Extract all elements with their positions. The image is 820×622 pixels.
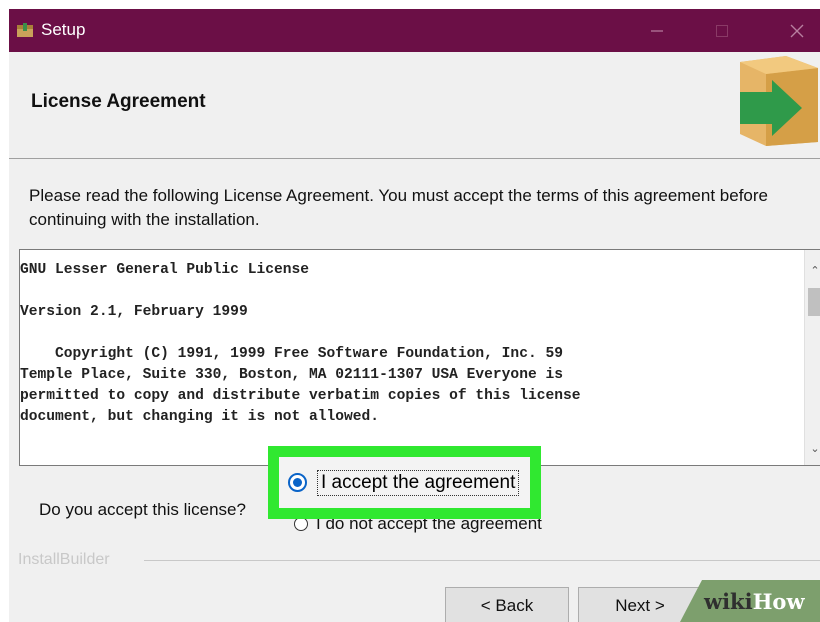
back-button[interactable]: < Back — [445, 587, 569, 622]
accept-label[interactable]: I accept the agreement — [317, 469, 520, 496]
maximize-icon — [716, 24, 728, 37]
accept-question: Do you accept this license? — [39, 500, 246, 519]
wizard-header: License Agreement — [9, 52, 820, 159]
maximize-button[interactable] — [699, 9, 745, 52]
title-bar[interactable]: Setup — [9, 9, 820, 52]
scrollbar-thumb[interactable] — [808, 288, 820, 316]
decline-radio[interactable] — [294, 517, 308, 531]
minimize-button[interactable] — [634, 9, 680, 52]
app-icon — [17, 23, 33, 37]
setup-window: Setup License Agreement Please read the … — [9, 9, 820, 622]
accept-highlight: I accept the agreement — [268, 446, 541, 519]
accept-radio-option[interactable]: I accept the agreement — [279, 457, 530, 508]
license-text: GNU Lesser General Public License Versio… — [20, 262, 581, 425]
close-button[interactable] — [774, 9, 820, 52]
installbuilder-label: InstallBuilder — [18, 551, 110, 568]
license-text-area[interactable]: GNU Lesser General Public License Versio… — [19, 249, 820, 466]
watermark-wiki: wiki — [704, 588, 753, 614]
scroll-down-arrow-icon[interactable]: ⌄ — [805, 442, 820, 455]
box-arrow-icon — [740, 56, 818, 146]
intro-text: Please read the following License Agreem… — [29, 186, 768, 229]
minimize-icon — [651, 29, 663, 32]
scroll-up-arrow-icon[interactable]: ⌃ — [805, 264, 820, 277]
scrollbar[interactable]: ⌃ ⌄ — [804, 250, 820, 465]
watermark-how: How — [752, 588, 805, 614]
divider-line — [144, 560, 820, 561]
close-icon — [790, 24, 804, 37]
accept-radio[interactable] — [288, 473, 307, 492]
window-title: Setup — [41, 20, 86, 39]
wikihow-watermark: wiki How — [680, 580, 820, 622]
page-title: License Agreement — [31, 91, 206, 112]
